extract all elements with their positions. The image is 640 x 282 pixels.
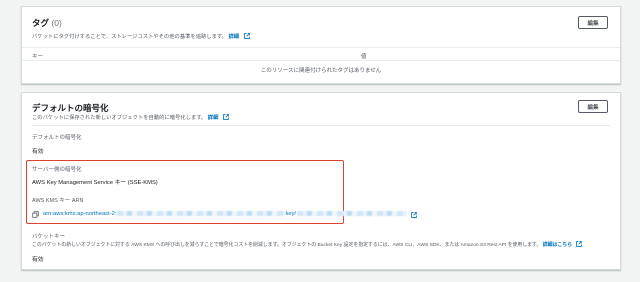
tags-panel: タグ (0) バケットにタグ付けすることで、ストレージコストやその他の基準を追跡… xyxy=(21,6,621,84)
kms-key-arn-link[interactable]: arn:aws:kms:ap-northeast-2: key/ xyxy=(43,211,408,218)
redacted-key-id xyxy=(297,211,408,217)
tags-col-value: 値 xyxy=(361,54,367,60)
bucket-key-value: 有効 xyxy=(32,257,44,263)
external-link-icon[interactable] xyxy=(223,114,229,120)
bucket-key-description: このバケットの新しいオブジェクトに対する AWS KMS への呼び出しを減らすこ… xyxy=(32,241,583,248)
tags-count: (0) xyxy=(51,18,62,28)
copy-icon[interactable] xyxy=(32,211,39,218)
divider xyxy=(32,125,610,126)
default-encryption-label: デフォルトの暗号化 xyxy=(32,135,82,141)
encryption-description: このバケットに保存された新しいオブジェクトを自動的に暗号化します。 詳細 xyxy=(32,113,229,121)
tags-col-key: キー xyxy=(32,54,44,60)
external-link-icon[interactable] xyxy=(576,241,583,247)
bucket-key-label: バケットキー xyxy=(32,234,66,240)
kms-key-arn-row: arn:aws:kms:ap-northeast-2: key/ xyxy=(32,211,417,218)
tags-description: バケットにタグ付けすることで、ストレージコストやその他の基準を追跡します。 詳細 xyxy=(32,32,250,40)
encryption-edit-button[interactable]: 編集 xyxy=(578,100,608,113)
tags-table-header: キー 値 xyxy=(22,47,620,61)
external-link-icon[interactable] xyxy=(411,211,417,218)
default-encryption-value: 有効 xyxy=(32,149,44,155)
encryption-panel: デフォルトの暗号化 このバケットに保存された新しいオブジェクトを自動的に暗号化し… xyxy=(21,92,621,270)
redacted-account-id xyxy=(117,211,286,217)
encryption-info-link[interactable]: 詳細 xyxy=(208,115,219,121)
server-side-encryption-value: AWS Key Management Service キー (SSE-KMS) xyxy=(32,180,158,186)
external-link-icon[interactable] xyxy=(243,33,250,39)
tags-title: タグ (0) xyxy=(32,18,62,28)
bucket-key-learn-more-link[interactable]: 詳細はこちら xyxy=(543,243,572,248)
kms-key-arn-label: AWS KMS キー ARN xyxy=(32,198,84,204)
tags-empty-message: このリソースに関連付けられたタグはありません xyxy=(260,68,382,74)
server-side-encryption-label: サーバー側の暗号化 xyxy=(32,167,82,173)
tags-edit-button[interactable]: 編集 xyxy=(578,16,608,29)
tags-info-link[interactable]: 詳細 xyxy=(228,34,239,40)
